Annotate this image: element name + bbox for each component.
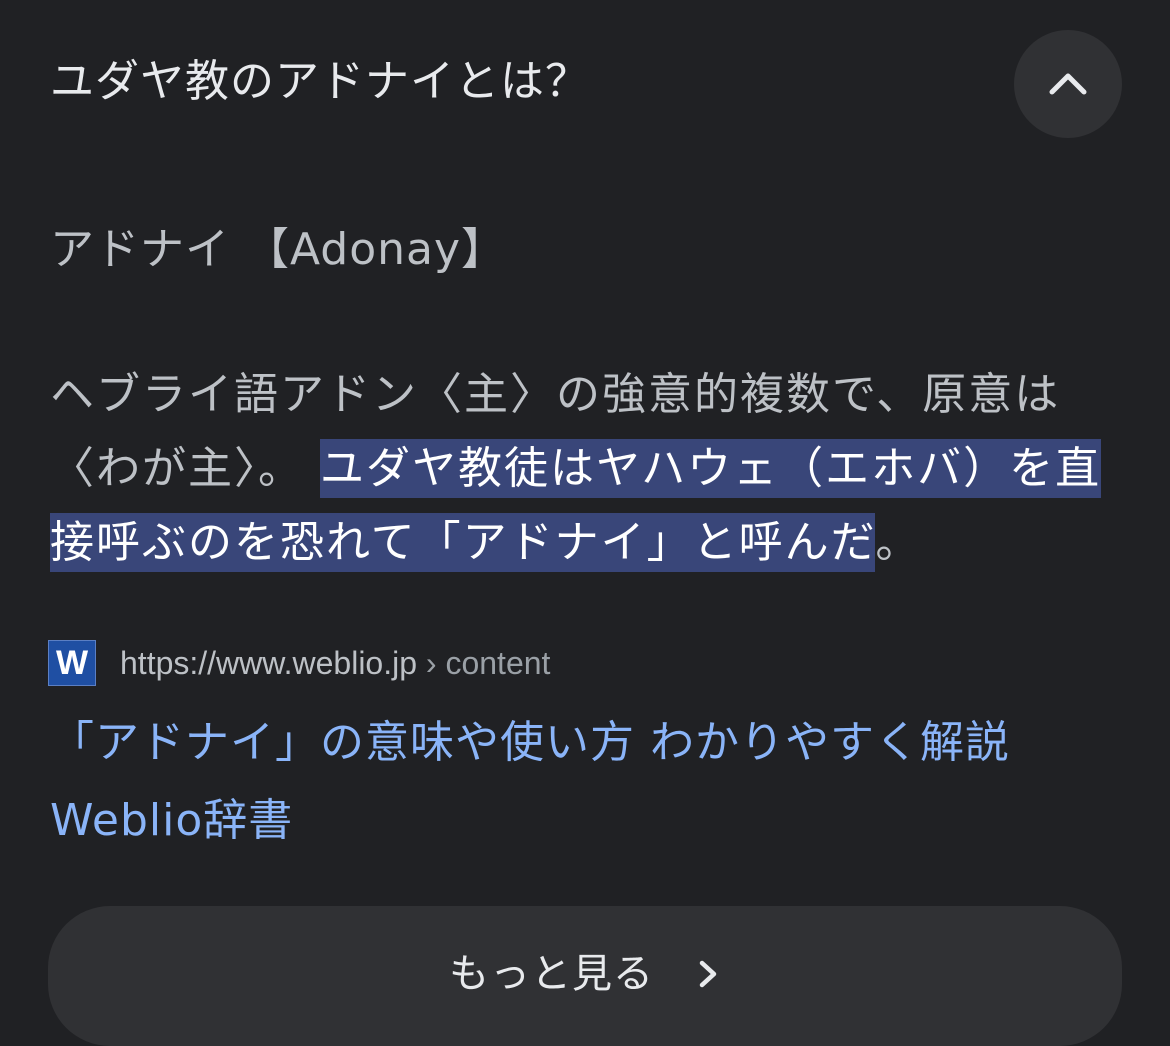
term-heading: アドナイ 【Adonay】 bbox=[50, 224, 507, 275]
faq-question-row[interactable]: ユダヤ教のアドナイとは？ bbox=[50, 30, 1122, 138]
chevron-right-icon bbox=[699, 960, 717, 988]
chevron-up-icon bbox=[1049, 73, 1087, 95]
collapse-button[interactable] bbox=[1014, 30, 1122, 138]
result-title-link[interactable]: 「アドナイ」の意味や使い方 わかりやすく解説 Weblio辞書 bbox=[50, 704, 1130, 860]
show-more-content: もっと見る bbox=[48, 944, 1122, 1004]
definition-text: ヘブライ語アドン〈主〉の強意的複数で、原意は〈わが主〉。 ユダヤ教徒はヤハウェ（… bbox=[50, 358, 1125, 580]
favicon-letter: W bbox=[55, 644, 89, 682]
source-url[interactable]: https://www.weblio.jp › content bbox=[120, 642, 550, 684]
weblio-favicon: W bbox=[48, 640, 96, 686]
show-more-button[interactable]: もっと見る bbox=[48, 906, 1122, 1046]
source-row[interactable]: W https://www.weblio.jp › content bbox=[48, 638, 1048, 688]
question-text: ユダヤ教のアドナイとは？ bbox=[50, 56, 590, 107]
url-domain: https://www.weblio.jp bbox=[120, 645, 418, 681]
url-path: › content bbox=[417, 645, 551, 681]
show-more-label: もっと見る bbox=[448, 951, 654, 997]
definition-end: 。 bbox=[875, 517, 922, 568]
